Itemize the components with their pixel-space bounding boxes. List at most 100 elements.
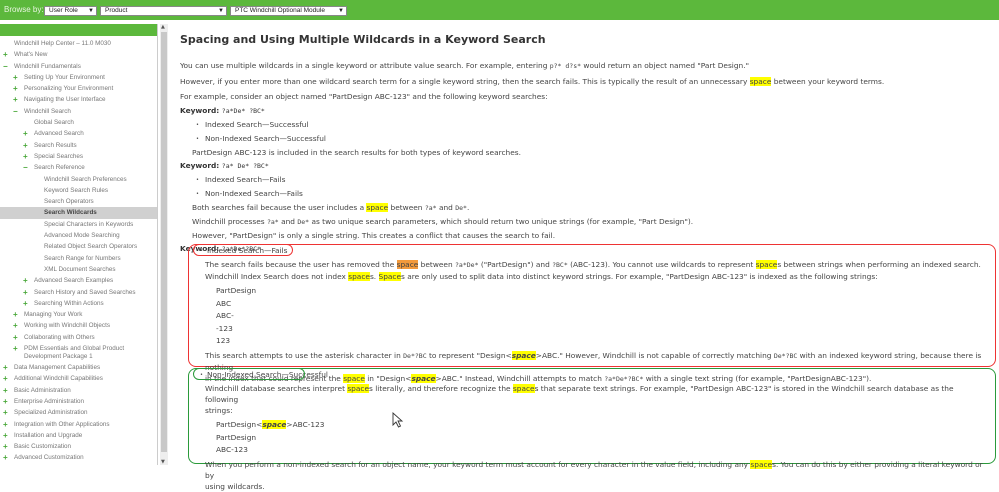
toc-item[interactable]: + Navigating the User Interface: [0, 94, 157, 105]
toc-item[interactable]: − Windchill Search: [0, 106, 157, 117]
toc-item[interactable]: + Special Searches: [0, 151, 157, 162]
toc-item[interactable]: + Setting Up Your Environment: [0, 72, 157, 83]
module-select[interactable]: PTC Windchill Optional Module ▼: [230, 6, 347, 16]
text-segment: This search attempts to use the asterisk…: [205, 350, 404, 360]
text-segment: Both searches fail because the user incl…: [192, 203, 367, 212]
toc-item[interactable]: + Basic Customization: [0, 441, 157, 452]
toc-list: Windchill Help Center – 11.0 M030 + What's…: [0, 36, 157, 464]
text-segment: Keyword:: [180, 106, 222, 115]
toc-item[interactable]: + Installation and Upgrade: [0, 430, 157, 441]
highlighted-term: space: [347, 384, 370, 393]
product-select[interactable]: Product ▼: [100, 6, 227, 16]
toc-item[interactable]: + Working with Windchill Objects: [0, 320, 157, 331]
expand-plus-icon[interactable]: +: [23, 128, 28, 139]
toc-item[interactable]: − Search Reference: [0, 162, 157, 173]
expand-plus-icon[interactable]: +: [13, 83, 18, 94]
paragraph: PartDesign ABC-123 is included in the se…: [180, 146, 995, 159]
string-list: PartDesign ABC ABC- -123 123: [194, 285, 989, 348]
expand-plus-icon[interactable]: +: [23, 298, 28, 309]
sidebar-scrollbar[interactable]: ▲ ▼: [160, 24, 168, 465]
expand-plus-icon[interactable]: +: [3, 407, 8, 418]
toc-item[interactable]: + Collaborating with Others: [0, 332, 157, 343]
toc-item[interactable]: Windchill Search Preferences: [0, 174, 157, 185]
expand-plus-icon[interactable]: +: [23, 287, 28, 298]
text-segment: Non-Indexed Search—Successful: [204, 134, 326, 143]
expand-plus-icon[interactable]: +: [3, 441, 8, 452]
toc-item-label: PDM Essentials and Global Product Develo…: [24, 345, 125, 360]
expand-plus-icon[interactable]: +: [3, 373, 8, 384]
toc-item-label: Search Wildcards: [44, 209, 97, 217]
toc-item-label: Search Results: [34, 141, 77, 149]
expand-plus-icon[interactable]: +: [3, 385, 8, 396]
expand-plus-icon[interactable]: +: [23, 140, 28, 151]
toc-item[interactable]: + Integration with Other Applications: [0, 419, 157, 430]
toc-item[interactable]: XML Document Searches: [0, 264, 157, 275]
code-term: ?BC*: [552, 261, 568, 269]
scroll-down-icon[interactable]: ▼: [161, 459, 165, 465]
toc-item[interactable]: Search Wildcards: [0, 207, 157, 219]
paragraph: When you perform a non-indexed search fo…: [194, 459, 989, 481]
expand-plus-icon[interactable]: +: [13, 332, 18, 343]
highlighted-term: space: [262, 420, 287, 429]
toc-item[interactable]: + PDM Essentials and Global Product Devel…: [0, 343, 157, 362]
expand-plus-icon[interactable]: +: [23, 151, 28, 162]
toc-item[interactable]: + Advanced Search: [0, 128, 157, 139]
collapse-minus-icon[interactable]: −: [23, 162, 28, 173]
toc-item[interactable]: Search Operators: [0, 196, 157, 207]
toc-item[interactable]: Advanced Mode Searching: [0, 230, 157, 241]
toc-item[interactable]: + Specialized Administration: [0, 407, 157, 418]
text-segment: PartDesign: [216, 432, 257, 442]
toc-item[interactable]: Search Range for Numbers: [0, 253, 157, 264]
indexed-search-section: Indexed Search—Fails The search fails bec…: [193, 244, 989, 385]
string-item: PartDesign: [216, 286, 257, 295]
text-segment: s between strings when performing an ind…: [777, 260, 981, 269]
toc-item[interactable]: + What's New: [0, 49, 157, 60]
collapse-minus-icon[interactable]: −: [3, 61, 8, 72]
code-term: ?a* De* ?BC*: [221, 162, 269, 170]
expand-plus-icon[interactable]: +: [13, 72, 18, 83]
string-item: ABC: [216, 298, 232, 308]
expand-plus-icon[interactable]: +: [3, 452, 8, 463]
toc-item[interactable]: Special Characters in Keywords: [0, 219, 157, 230]
text-segment: Windchill processes: [192, 217, 267, 226]
toc-item-label: Managing Your Work: [24, 311, 83, 319]
toc-item[interactable]: Global Search: [0, 117, 157, 128]
toc-item-label: Search Range for Numbers: [44, 254, 121, 262]
expand-plus-icon[interactable]: +: [3, 49, 8, 60]
text-segment: However, if you enter more than one wild…: [180, 77, 750, 86]
toc-item[interactable]: + Enterprise Administration: [0, 396, 157, 407]
collapse-minus-icon[interactable]: −: [13, 106, 18, 117]
user-role-select[interactable]: User Role ▼: [44, 6, 97, 16]
toc-item[interactable]: + Managing Your Work: [0, 309, 157, 320]
scroll-up-icon[interactable]: ▲: [161, 24, 165, 30]
expand-plus-icon[interactable]: +: [13, 309, 18, 320]
paragraph: However, "PartDesign" is only a single s…: [180, 229, 995, 242]
toc-item[interactable]: + Additional Windchill Capabilities: [0, 373, 157, 384]
toc-item[interactable]: + Data Management Capabilities: [0, 362, 157, 373]
expand-plus-icon[interactable]: +: [13, 320, 18, 331]
expand-plus-icon[interactable]: +: [13, 94, 18, 105]
toc-item-label: Installation and Upgrade: [14, 431, 83, 439]
toc-item-label: Windchill Help Center – 11.0 M030: [14, 40, 111, 47]
expand-plus-icon[interactable]: +: [3, 362, 8, 373]
toc-item[interactable]: + Personalizing Your Environment: [0, 83, 157, 94]
toc-item[interactable]: − Windchill Fundamentals: [0, 61, 157, 72]
text-segment: using wildcards.: [205, 481, 265, 491]
toc-item[interactable]: + Advanced Customization: [0, 452, 157, 463]
expand-plus-icon[interactable]: +: [3, 419, 8, 430]
highlighted-term: space: [755, 260, 778, 269]
toc-item[interactable]: + Search History and Saved Searches: [0, 287, 157, 298]
expand-plus-icon[interactable]: +: [23, 275, 28, 286]
expand-plus-icon[interactable]: +: [3, 396, 8, 407]
expand-plus-icon[interactable]: +: [13, 345, 18, 353]
toc-item[interactable]: + Basic Administration: [0, 385, 157, 396]
toc-item[interactable]: Related Object Search Operators: [0, 241, 157, 252]
toc-item[interactable]: + Advanced Search Examples: [0, 275, 157, 286]
toc-item[interactable]: + Search Results: [0, 140, 157, 151]
toc-item[interactable]: Windchill Help Center – 11.0 M030: [0, 38, 157, 49]
expand-plus-icon[interactable]: +: [3, 430, 8, 441]
paragraph: You can use multiple wildcards in a sing…: [180, 58, 995, 74]
scrollbar-thumb[interactable]: [161, 32, 167, 452]
toc-item[interactable]: + Searching Within Actions: [0, 298, 157, 309]
toc-item[interactable]: Keyword Search Rules: [0, 185, 157, 196]
